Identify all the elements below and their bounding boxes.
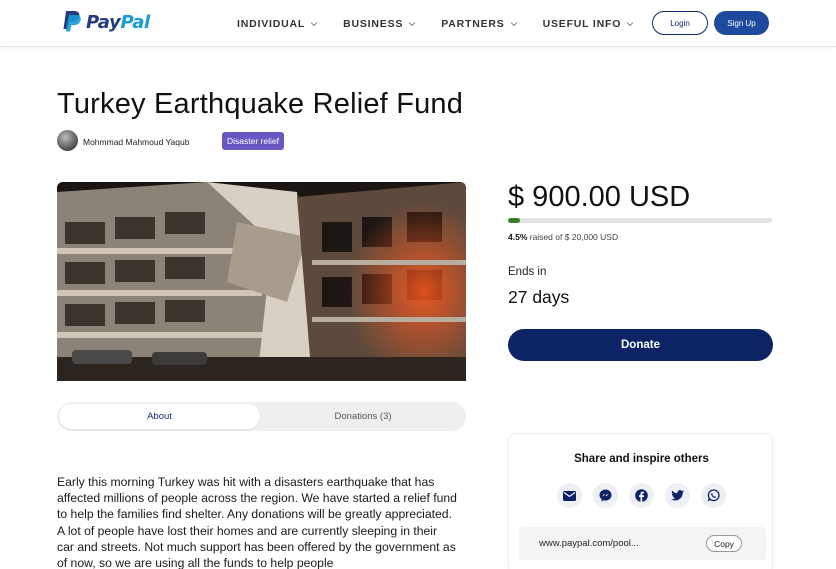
amount-raised: $ 900.00 USD xyxy=(508,181,691,213)
nav-business-label: BUSINESS xyxy=(343,18,404,30)
copy-link-button[interactable]: Copy xyxy=(706,535,742,552)
raised-percent: 4.5% xyxy=(508,232,528,242)
chevron-down-icon xyxy=(626,22,634,27)
tab-about[interactable]: About xyxy=(59,404,260,429)
share-icons xyxy=(557,483,737,508)
share-title: Share and inspire others xyxy=(574,453,709,465)
raised-goal-text: raised of $ 20,000 USD xyxy=(527,232,619,242)
email-icon[interactable] xyxy=(557,483,582,508)
logo-text-pal: Pal xyxy=(120,11,150,33)
author-name[interactable]: Mohmmad Mahmoud Yaqub xyxy=(83,137,189,147)
signup-button[interactable]: Sign Up xyxy=(714,11,769,35)
progress-fill xyxy=(508,218,520,223)
whatsapp-icon[interactable] xyxy=(701,483,726,508)
ends-in-value: 27 days xyxy=(508,287,570,307)
ends-in-label: Ends in xyxy=(508,266,547,278)
paypal-p-icon xyxy=(63,11,81,32)
chevron-down-icon xyxy=(408,22,416,27)
page-title: Turkey Earthquake Relief Fund xyxy=(57,88,464,120)
share-link-row: www.paypal.com/pool... Copy xyxy=(519,527,766,560)
earthquake-photo-icon xyxy=(57,182,466,381)
messenger-icon[interactable] xyxy=(593,483,618,508)
main-nav: INDIVIDUAL BUSINESS PARTNERS USEFUL INFO xyxy=(237,18,634,30)
twitter-icon[interactable] xyxy=(665,483,690,508)
chevron-down-icon xyxy=(510,22,517,27)
share-link-text[interactable]: www.paypal.com/pool... xyxy=(539,538,639,549)
donate-button[interactable]: Donate xyxy=(508,329,773,361)
fundraiser-description: Early this morning Turkey was hit with a… xyxy=(57,475,457,569)
nav-individual-label: INDIVIDUAL xyxy=(237,18,306,30)
category-badge: Disaster relief xyxy=(222,132,284,150)
paypal-logo[interactable]: PayPal xyxy=(60,10,150,34)
nav-partners-label: PARTNERS xyxy=(441,18,505,30)
progress-bar xyxy=(508,218,772,223)
share-card: Share and inspire others www.paypal.com/… xyxy=(508,433,773,569)
tab-donations[interactable]: Donations (3) xyxy=(262,404,464,429)
chevron-down-icon xyxy=(310,22,318,27)
raised-summary: 4.5% raised of $ 20,000 USD xyxy=(508,232,618,242)
facebook-icon[interactable] xyxy=(629,483,654,508)
content-tabs: About Donations (3) xyxy=(57,402,466,431)
nav-business[interactable]: BUSINESS xyxy=(343,18,416,30)
nav-partners[interactable]: PARTNERS xyxy=(441,18,517,30)
avatar[interactable] xyxy=(57,130,78,151)
logo-text-pay: Pay xyxy=(86,11,121,33)
nav-useful-info-label: USEFUL INFO xyxy=(542,18,622,30)
fundraiser-photo xyxy=(57,182,466,381)
login-button[interactable]: Login xyxy=(652,11,708,35)
nav-useful-info[interactable]: USEFUL INFO xyxy=(543,18,635,30)
top-nav-bar: PayPal INDIVIDUAL BUSINESS PARTNERS USEF… xyxy=(0,0,836,47)
nav-individual[interactable]: INDIVIDUAL xyxy=(237,18,318,30)
